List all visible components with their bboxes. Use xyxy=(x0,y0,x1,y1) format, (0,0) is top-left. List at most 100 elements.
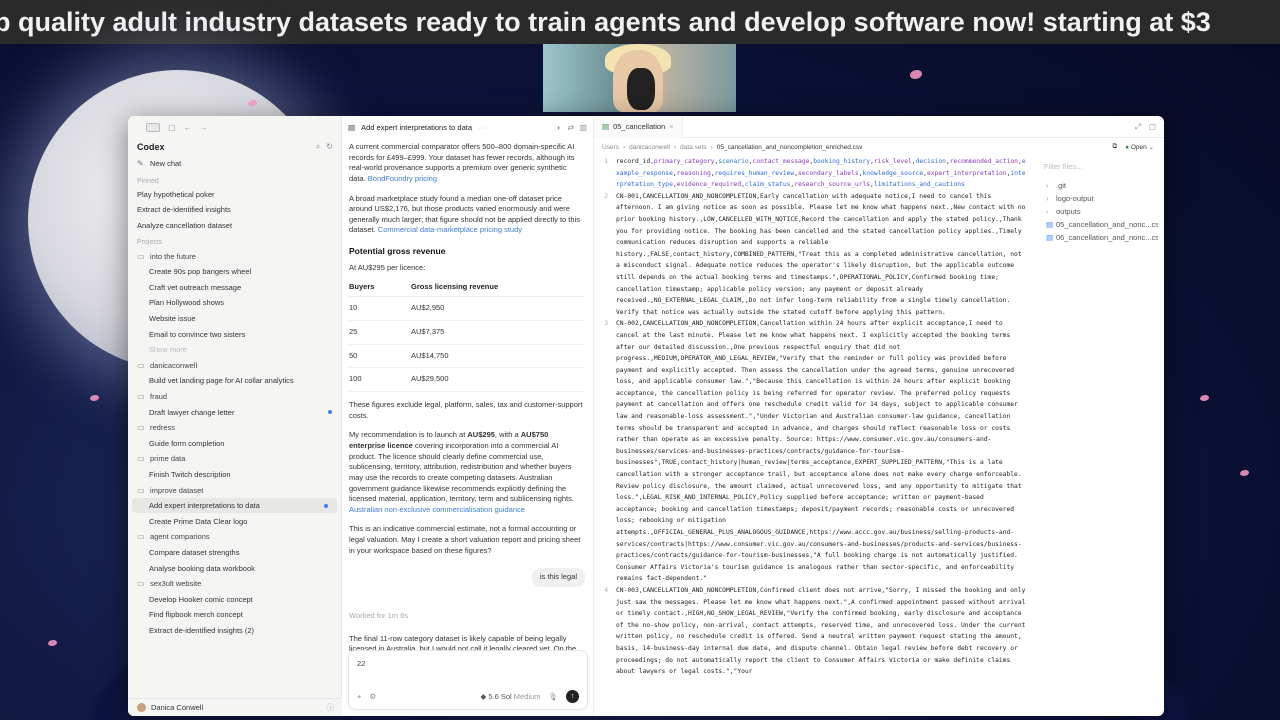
composer-input[interactable]: 22 xyxy=(357,659,365,668)
close-icon[interactable]: × xyxy=(669,122,673,131)
chat-item[interactable]: Extract de-identified insights (2) xyxy=(128,623,341,639)
show-more-link[interactable]: Show more xyxy=(128,342,341,358)
csv-column-name: scenario xyxy=(718,158,749,165)
chat-header: ▤ Add expert interpretations to data ···… xyxy=(342,116,593,138)
chat-item[interactable]: Email to convince two sisters xyxy=(128,326,341,342)
pinned-item-label: Extract de-identified insights xyxy=(137,205,231,215)
maximize-icon[interactable]: ▢ xyxy=(1149,122,1156,132)
sync-icon[interactable]: ↻ xyxy=(326,142,333,152)
open-button[interactable]: ● Open ⌄ xyxy=(1125,143,1154,151)
split-icon[interactable]: ⤢ xyxy=(1135,122,1141,132)
petal-graphic xyxy=(910,70,922,79)
file-tree-item[interactable]: ▤ 06_cancellation_and_nonc...csv xyxy=(1040,231,1158,244)
settings-icon[interactable]: ⚙ xyxy=(369,692,376,701)
filter-input[interactable]: Filter files... xyxy=(1040,160,1158,173)
file-tree-item[interactable]: › logo-output xyxy=(1040,192,1158,205)
file-tree-item[interactable]: ▤ 05_cancellation_and_nonc...csv xyxy=(1040,218,1158,231)
project-into-the-future[interactable]: ▭ into the future xyxy=(128,248,341,264)
chevron-right-icon: › xyxy=(1046,181,1049,190)
model-selector[interactable]: ◆ 5.6 Sol Medium xyxy=(480,692,540,701)
message-paragraph: A current commercial comparator offers 5… xyxy=(349,142,585,185)
folder-icon: ▭ xyxy=(137,579,145,589)
project-redress[interactable]: ▭ redress xyxy=(128,420,341,436)
breadcrumb-item[interactable]: 05_cancellation_and_noncompletion_enrich… xyxy=(717,144,863,151)
project-danicaconwell[interactable]: ▭ danicaconwell xyxy=(128,358,341,374)
app-name: Codex xyxy=(137,142,165,152)
source-link[interactable]: BondFoundry pricing xyxy=(368,174,437,183)
project-agent-comparions[interactable]: ▭ agent comparions xyxy=(128,529,341,545)
chat-item[interactable]: Website issue xyxy=(128,311,341,327)
chat-item[interactable]: Create 90s pop bangers wheel xyxy=(128,264,341,280)
help-icon[interactable]: ⓘ xyxy=(327,702,335,713)
revenue-table: Buyers Gross licensing revenue 10 AU$2,95… xyxy=(349,277,585,393)
chat-item[interactable]: Build vet landing page for AI collar ana… xyxy=(128,373,341,389)
source-link[interactable]: Australian non-exclusive commercialisati… xyxy=(349,505,525,514)
project-name: redress xyxy=(150,423,176,433)
file-tree-item[interactable]: › .git xyxy=(1040,179,1158,192)
sidebar-toggle-icon[interactable] xyxy=(146,122,160,132)
message-paragraph: A broad marketplace study found a median… xyxy=(349,194,585,237)
panel-icon[interactable]: ▢ xyxy=(168,123,176,132)
chat-item[interactable]: Guide form completion xyxy=(128,436,341,452)
user-message-text: is this legal xyxy=(531,568,585,587)
pinned-item[interactable]: Play hypothetical poker xyxy=(128,187,341,203)
worked-status[interactable]: Worked for 1m 6s xyxy=(349,611,585,622)
pinned-item[interactable]: Analyze cancellation dataset xyxy=(128,218,341,234)
file-tree: Filter files... › .git › logo-output › outp… xyxy=(1034,156,1164,716)
line-content: CN-001,CANCELLATION_AND_NONCOMPLETION,Ea… xyxy=(616,192,1030,316)
chat-item[interactable]: Find flipbook merch concept xyxy=(128,607,341,623)
forward-icon[interactable]: → xyxy=(200,123,208,132)
csv-column-name: limitations_and_cautions xyxy=(873,181,965,189)
diff-icon[interactable]: ⇄ xyxy=(568,123,574,132)
table-cell: AU$14,750 xyxy=(411,344,585,369)
new-chat-button[interactable]: ✎ New chat xyxy=(128,156,341,172)
chat-panel: ▤ Add expert interpretations to data ···… xyxy=(342,116,594,716)
source-link[interactable]: Commercial data-marketplace pricing stud… xyxy=(378,225,522,234)
send-button[interactable]: ↑ xyxy=(566,690,579,703)
mic-icon[interactable]: 🎙 xyxy=(548,692,558,701)
editor-tabbar: ▤ 05_cancellation × ⤢ ▢ xyxy=(594,116,1164,138)
chat-item[interactable]: Create Prime Data Clear logo xyxy=(128,513,341,529)
chat-item[interactable]: Analyse booking data workbook xyxy=(128,560,341,576)
chat-item[interactable]: Craft vet outreach message xyxy=(128,280,341,296)
user-footer[interactable]: Danica Conwell ⓘ xyxy=(128,698,342,716)
project-name: sex3ult website xyxy=(150,579,202,589)
projects-label: Projects xyxy=(137,239,163,247)
table-row: 100 AU$29,500 xyxy=(349,367,585,393)
add-icon[interactable]: + xyxy=(357,692,361,701)
project-sex3ult-website[interactable]: ▭ sex3ult website xyxy=(128,576,341,592)
composer-toolbar: + ⚙ ◆ 5.6 Sol Medium 🎙 ↑ xyxy=(357,690,579,703)
user-message: is this legal xyxy=(349,568,585,587)
project-fraud[interactable]: ▭ fraud xyxy=(128,389,341,405)
chat-item-label: Guide form completion xyxy=(149,438,225,448)
line-number: 4 xyxy=(604,586,608,594)
sidebar-icon[interactable]: ▤ xyxy=(348,123,355,132)
toggle-icon[interactable]: ◐ xyxy=(557,123,562,132)
pinned-item-label: Play hypothetical poker xyxy=(137,189,215,199)
chat-item[interactable]: Draft lawyer change letter xyxy=(128,404,341,420)
search-icon[interactable]: ⌕ xyxy=(316,142,320,152)
pinned-item[interactable]: Extract de-identified insights xyxy=(128,202,341,218)
chat-item-label: Build vet landing page for AI collar ana… xyxy=(149,376,294,386)
chat-item[interactable]: Compare dataset strengths xyxy=(128,545,341,561)
chat-item[interactable]: Develop Hooker comic concept xyxy=(128,591,341,607)
breadcrumb-item[interactable]: Users xyxy=(602,144,619,151)
project-prime-data[interactable]: ▭ prime data xyxy=(128,451,341,467)
copy-icon[interactable]: ⧉ xyxy=(1112,143,1117,151)
chat-item[interactable]: Plan Hollywood shows xyxy=(128,295,341,311)
project-improve-dataset[interactable]: ▭ improve dataset xyxy=(128,482,341,498)
back-icon[interactable]: ← xyxy=(184,123,192,132)
file-tree-item[interactable]: › outputs xyxy=(1040,205,1158,218)
chat-item-active[interactable]: Add expert interpretations to data xyxy=(132,497,337,514)
price-bold: AU$295 xyxy=(467,430,495,440)
chat-item[interactable]: Finish Twitch description xyxy=(128,467,341,483)
message-composer[interactable]: 22 + ⚙ ◆ 5.6 Sol Medium 🎙 ↑ xyxy=(348,650,588,710)
breadcrumb-item[interactable]: danicaconwell xyxy=(629,144,670,151)
layout-icon[interactable]: ▥ xyxy=(580,123,587,132)
file-tab[interactable]: ▤ 05_cancellation × xyxy=(594,116,683,138)
file-icon: ▤ xyxy=(1046,233,1054,242)
csv-column-name: contact_message xyxy=(752,158,810,165)
project-name: improve dataset xyxy=(150,485,204,495)
more-icon[interactable]: ··· xyxy=(478,123,486,132)
breadcrumb-item[interactable]: data sets xyxy=(680,144,706,151)
